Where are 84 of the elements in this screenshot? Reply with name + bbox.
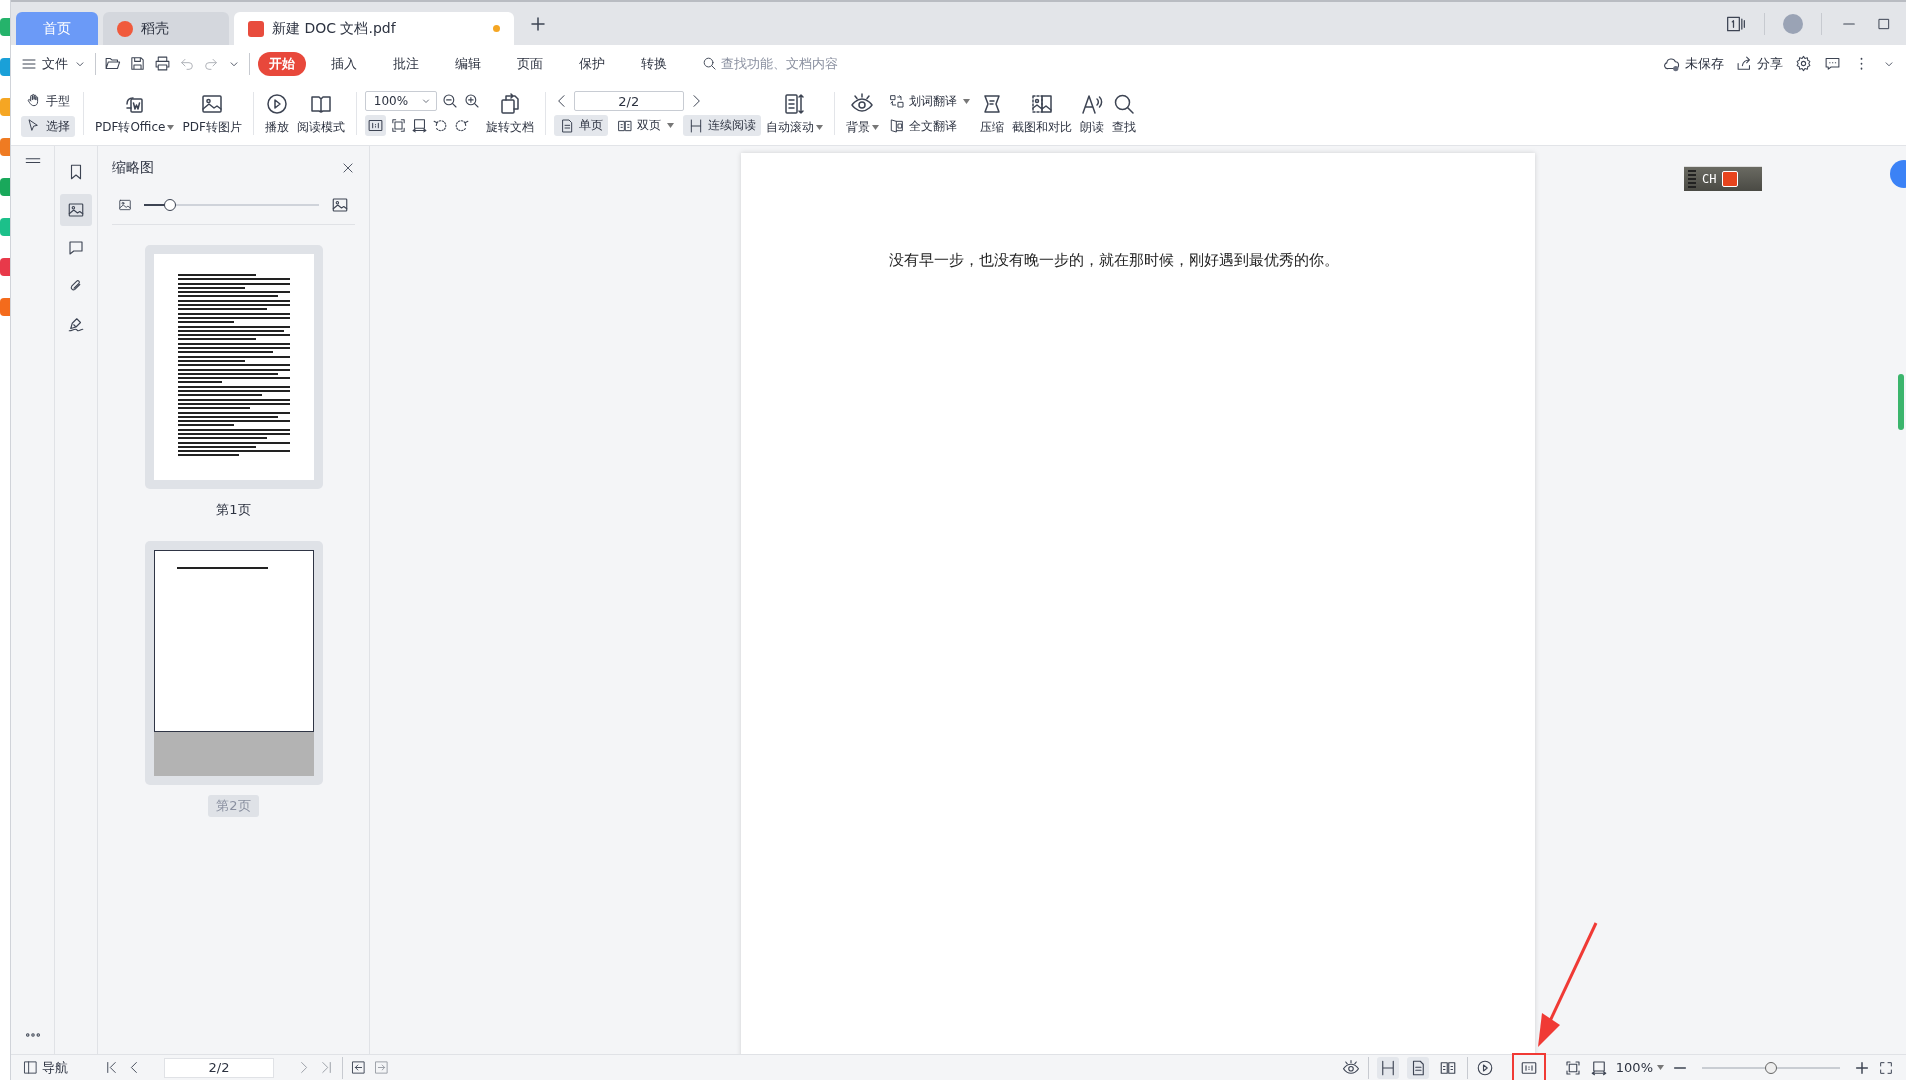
translate-button[interactable]: 划词翻译 [883, 90, 975, 112]
view-button[interactable]: 播放 [261, 82, 292, 145]
fit-width-icon[interactable] [1589, 1058, 1608, 1077]
auto-scroll-button[interactable]: 自动滚动 [762, 82, 826, 145]
back-icon[interactable] [351, 1060, 366, 1075]
tab[interactable]: 新建 DOC 文档.pdf [234, 12, 514, 45]
menu-tab[interactable]: 页面 [506, 51, 554, 76]
share-icon[interactable] [1736, 55, 1753, 72]
menu-tab[interactable]: 插入 [320, 51, 368, 76]
mode-button[interactable]: 手型 [21, 90, 75, 112]
navigation-button[interactable]: 导航 [23, 1058, 68, 1077]
tool-button[interactable]: 截图和对比 [1008, 82, 1075, 145]
tool-button[interactable]: 查找 [1108, 82, 1139, 145]
translate-icon[interactable] [888, 93, 905, 109]
menu-tab[interactable]: 编辑 [444, 51, 492, 76]
fit-page-icon[interactable] [389, 117, 407, 134]
zoom-in-icon[interactable] [1854, 1059, 1870, 1076]
convert-button[interactable]: PDF转Office [92, 82, 178, 145]
document-text: 没有早一步，也没有晚一步的，就在那时候，刚好遇到最优秀的你。 [889, 251, 1340, 270]
save-status[interactable]: 未保存 [1663, 54, 1724, 73]
zoom-out-icon[interactable] [440, 92, 459, 110]
tab[interactable]: 稻壳 [103, 12, 229, 45]
tool-button[interactable]: 朗读 [1076, 82, 1107, 145]
page-field[interactable]: 2/2 [164, 1057, 274, 1078]
page-label: 第2页 [208, 795, 259, 817]
panel-title: 缩略图 [112, 159, 154, 177]
large-image-icon[interactable] [331, 196, 349, 214]
settings-icon[interactable] [1795, 55, 1812, 72]
page-label: 第1页 [215, 501, 252, 519]
comment-icon[interactable] [67, 239, 85, 257]
zoom-dropdown[interactable]: 100% [1615, 1060, 1664, 1075]
share-button[interactable]: 分享 [1736, 54, 1783, 73]
tool-button[interactable]: 压缩 [976, 82, 1007, 145]
page-thumbnail[interactable] [153, 550, 314, 732]
save-icon[interactable] [129, 55, 146, 72]
menu-tab[interactable]: 批注 [382, 51, 430, 76]
page-thumbnail[interactable] [153, 254, 314, 480]
menu-tab[interactable]: 保护 [568, 51, 616, 76]
mode-button[interactable]: 选择 [21, 115, 75, 137]
fit-page-icon[interactable] [1563, 1058, 1582, 1077]
slider-thumb[interactable] [164, 199, 177, 211]
pdf-icon [248, 20, 264, 37]
zoom-field[interactable]: 100% [364, 91, 437, 111]
slider-thumb[interactable] [1765, 1061, 1777, 1074]
view-button[interactable]: 阅读模式 [293, 82, 348, 145]
input-method-bar[interactable]: CH [1684, 166, 1762, 191]
close-icon[interactable] [341, 161, 355, 175]
zoom-in-icon[interactable] [462, 92, 481, 110]
fullscreen-icon[interactable] [1878, 1059, 1894, 1076]
play-icon[interactable] [1475, 1058, 1494, 1077]
layout-button[interactable]: 连续阅读 [682, 115, 761, 136]
open-folder-icon[interactable] [104, 55, 121, 72]
image-icon[interactable] [67, 201, 85, 219]
layout-button[interactable]: 单页 [553, 115, 608, 136]
pen-icon[interactable] [67, 315, 85, 333]
panel-icon[interactable] [23, 1060, 38, 1075]
actual-size-icon[interactable] [366, 117, 384, 134]
fit-width-icon[interactable] [410, 117, 428, 134]
translate-icon[interactable] [888, 118, 905, 134]
first-page-icon[interactable] [104, 1060, 119, 1075]
convert-button[interactable]: PDF转图片 [179, 82, 245, 145]
side-indicator [1898, 374, 1904, 430]
caret-icon [1657, 1065, 1664, 1070]
chat-icon[interactable] [1824, 55, 1841, 72]
layout-button[interactable]: 双页 [611, 115, 679, 136]
unsaved-dot [493, 25, 500, 32]
new-tab-icon[interactable] [529, 14, 547, 33]
rotate-button[interactable]: 旋转文档 [482, 82, 537, 145]
thumbnail-card[interactable] [144, 245, 323, 489]
translate-button[interactable]: 全文翻译 [883, 115, 975, 137]
search-icon[interactable] [702, 56, 717, 71]
auto-scroll-icon[interactable] [782, 91, 807, 116]
menu-tab[interactable]: 开始 [258, 51, 306, 76]
background-button[interactable]: 背景 [842, 82, 882, 145]
small-image-icon[interactable] [118, 198, 132, 212]
print-icon[interactable] [154, 55, 171, 72]
play-icon[interactable] [264, 91, 289, 116]
eye-icon[interactable] [1341, 1058, 1360, 1077]
rotate-left-icon[interactable] [431, 117, 449, 134]
page-field[interactable]: 2/2 [573, 91, 684, 111]
thumbnail-card[interactable] [144, 541, 323, 785]
menu-tab[interactable]: 转换 [630, 51, 678, 76]
file-menu[interactable]: 文件 [21, 54, 87, 73]
highlight-box [1511, 1052, 1546, 1080]
